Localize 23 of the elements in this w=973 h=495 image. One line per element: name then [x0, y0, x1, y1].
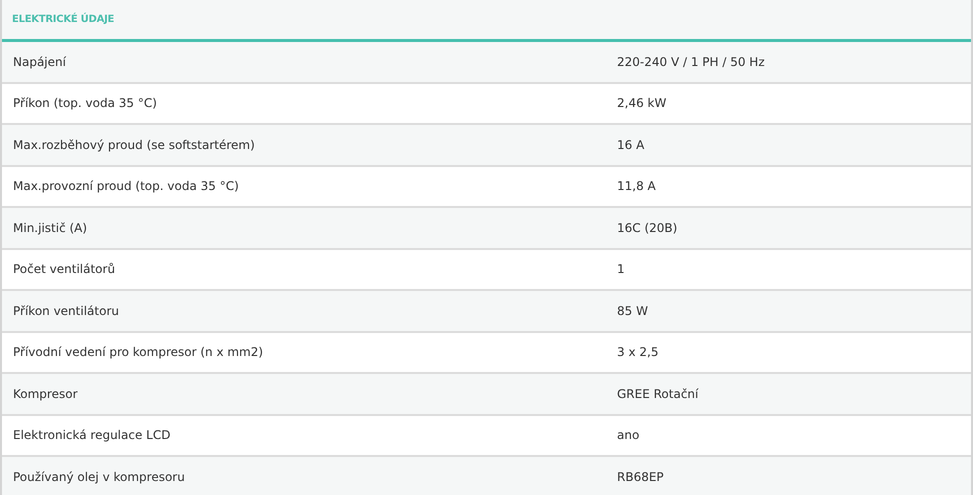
table-cell-text: 220-240 V / 1 PH / 50 Hz — [616, 54, 765, 71]
table-cell-text: ano — [616, 427, 640, 444]
table-cell-text: Příkon (top. voda 35 °C) — [12, 95, 158, 112]
table-cell-text: Napájení — [12, 54, 67, 71]
table-cell-text: GREE Rotační — [616, 386, 698, 403]
table-cell-text: Elektronická regulace LCD — [12, 427, 172, 444]
section-title: ELEKTRICKÉ ÚDAJE — [12, 12, 114, 27]
table-cell-text: Používaný olej v kompresoru — [12, 468, 186, 486]
table-cell-text: 11,8 A — [616, 178, 656, 196]
table-cell-text: 85 W — [616, 302, 648, 320]
table-cell-text: 3 x 2,5 — [616, 344, 658, 362]
table-cell-text: Max.rozběhový proud (se softstartérem) — [12, 136, 256, 154]
table-cell-text: RB68EP — [616, 468, 664, 486]
table-cell-text: Přívodní vedení pro kompresor (n x mm2) — [12, 344, 264, 362]
table-cell-text: 16 A — [616, 136, 644, 154]
table-cell-text: Kompresor — [12, 386, 78, 403]
table-cell-text: Příkon ventilátoru — [12, 302, 120, 320]
table-cell-text: 2,46 kW — [616, 95, 666, 112]
table-cell-text: Počet ventilátorů — [12, 261, 116, 278]
table-cell-text: Min.jistič (A) — [12, 220, 88, 237]
table-cell-text: 16C (20B) — [616, 220, 678, 237]
table-cell-text: 1 — [616, 261, 625, 278]
table-cell-text: Max.provozní proud (top. voda 35 °C) — [12, 178, 240, 196]
